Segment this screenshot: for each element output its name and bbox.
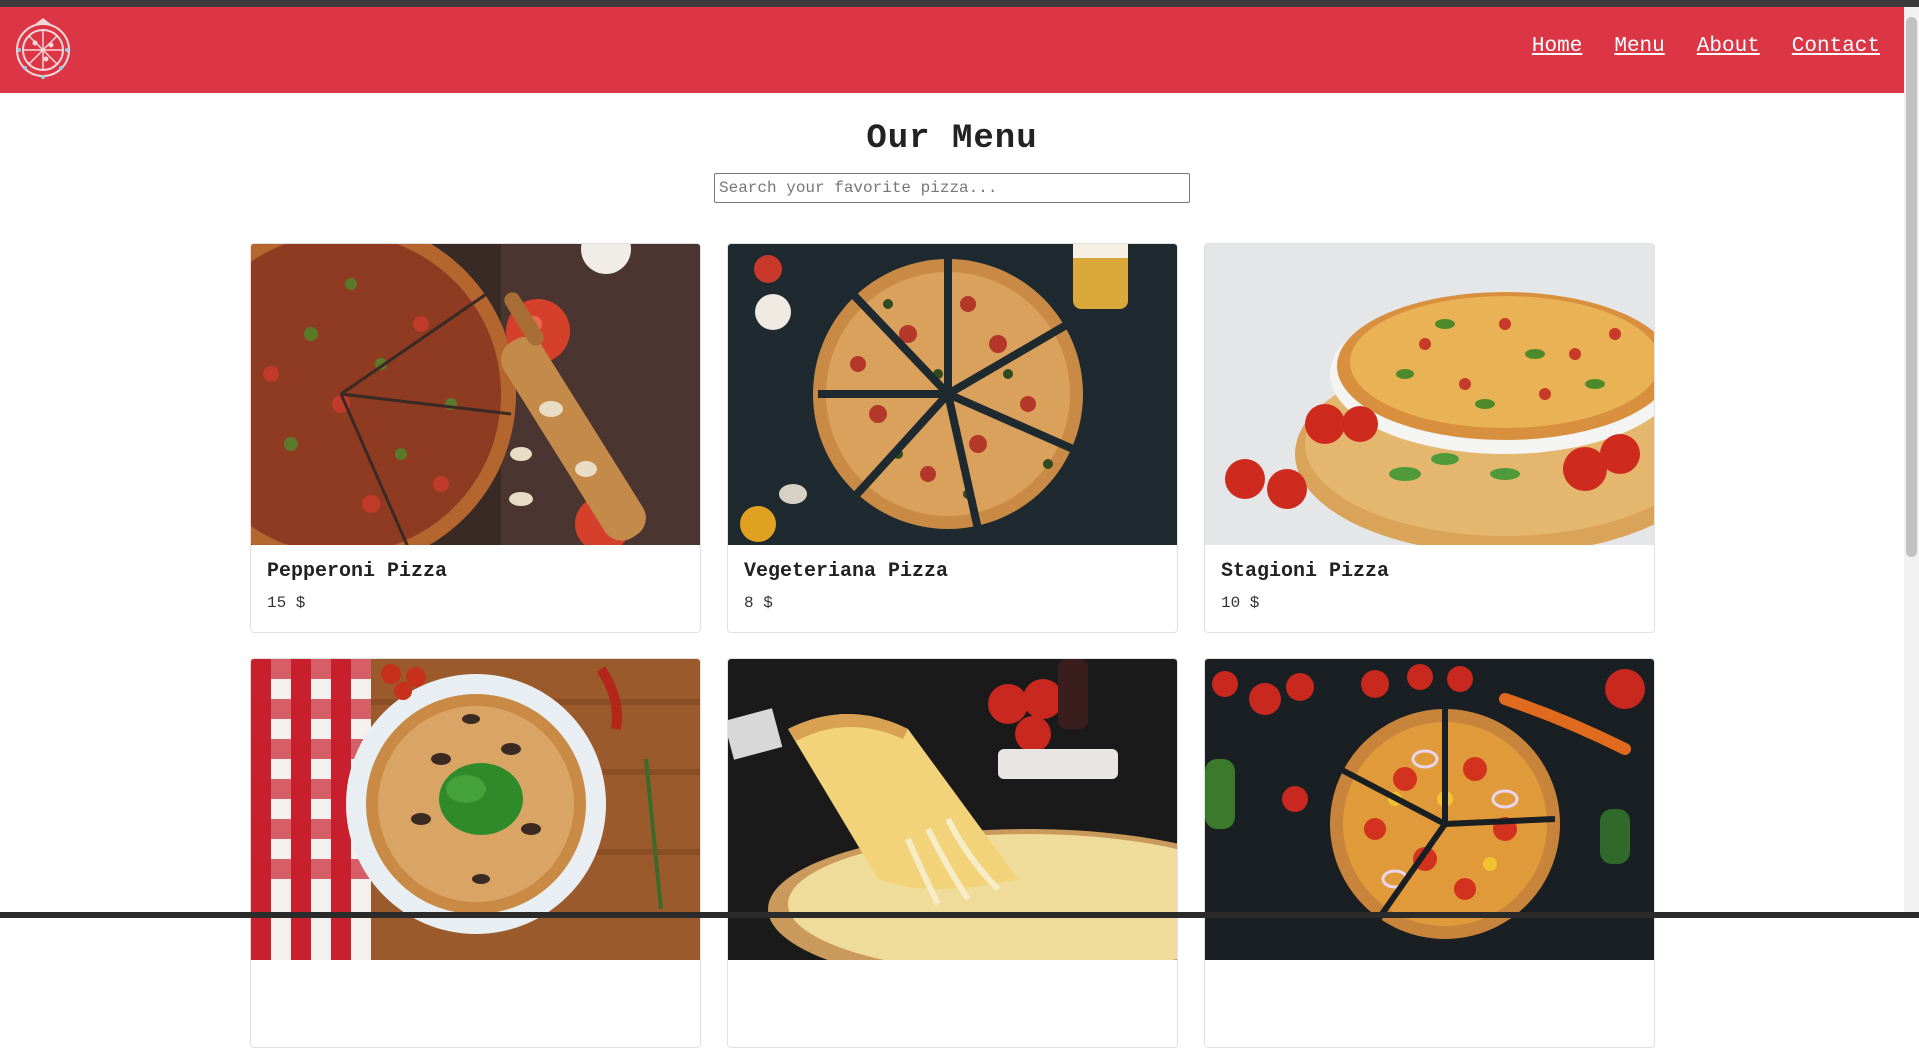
page-title: Our Menu — [866, 120, 1038, 158]
scrollbar-thumb[interactable] — [1906, 17, 1917, 557]
nav-link-contact[interactable]: Contact — [1792, 35, 1880, 58]
vegetarian-pizza-photo — [728, 244, 1177, 545]
pepperoni-pizza-photo — [251, 244, 700, 545]
window-top-strip — [0, 0, 1919, 7]
navbar: Home Menu About Contact — [0, 7, 1904, 93]
item-price: 15 $ — [267, 594, 306, 612]
nav-link-home[interactable]: Home — [1532, 35, 1582, 58]
window-bottom-strip — [0, 912, 1919, 918]
item-name: Stagioni Pizza — [1221, 560, 1390, 583]
search-input[interactable] — [714, 173, 1190, 203]
item-name: Vegeteriana Pizza — [744, 560, 949, 583]
menu-card[interactable] — [250, 658, 701, 1048]
menu-card[interactable]: Vegeteriana Pizza 8 $ — [727, 243, 1178, 633]
menu-card[interactable] — [1204, 658, 1655, 1048]
menu-card[interactable] — [727, 658, 1178, 1048]
menu-card[interactable]: Stagioni Pizza 10 $ — [1204, 243, 1655, 633]
stagioni-pizza-photo — [1205, 244, 1654, 545]
item-price: 8 $ — [744, 594, 773, 612]
pizza-logo-icon[interactable] — [8, 15, 78, 85]
scrollbar[interactable] — [1904, 7, 1919, 912]
item-price: 10 $ — [1221, 594, 1260, 612]
menu-card[interactable]: Pepperoni Pizza 15 $ — [250, 243, 701, 633]
nav-link-about[interactable]: About — [1697, 35, 1760, 58]
nav-link-menu[interactable]: Menu — [1614, 35, 1664, 58]
main-nav: Home Menu About Contact — [1532, 35, 1880, 58]
item-name: Pepperoni Pizza — [267, 560, 448, 583]
